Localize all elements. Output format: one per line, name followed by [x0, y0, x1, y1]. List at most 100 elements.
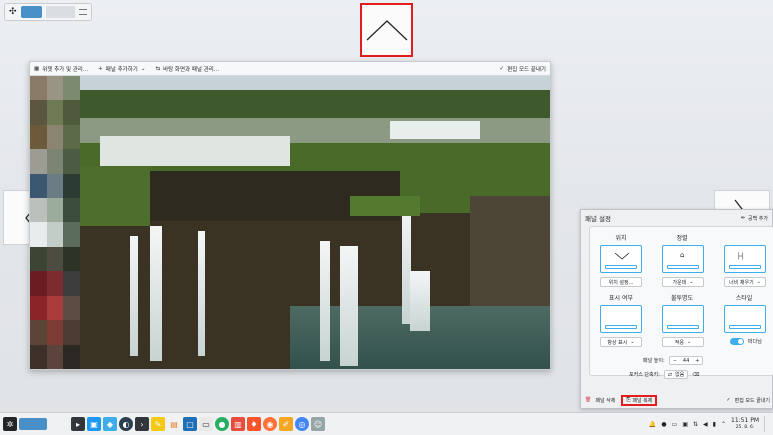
plus-icon[interactable]: +: [695, 358, 699, 364]
clock-date: 25. 8. 6.: [735, 425, 755, 430]
pen-icon[interactable]: ✐: [279, 417, 293, 431]
check-icon: ✓: [726, 397, 731, 403]
clipboard-icon[interactable]: ▭: [672, 421, 678, 428]
chevron-up-icon: [366, 20, 407, 41]
terminal-icon[interactable]: ▸: [71, 417, 85, 431]
chevron-down-icon: ⌄: [689, 279, 694, 285]
trash-icon: 🗑: [585, 397, 592, 403]
clock[interactable]: 11:51 PM 25. 8. 6.: [731, 417, 759, 431]
delete-panel-button[interactable]: 🗑 패널 삭제: [585, 397, 615, 404]
wallpaper-waterfalls: [30, 76, 550, 369]
position-option-card[interactable]: [600, 245, 642, 273]
add-widgets-button[interactable]: ▦ 위젯 추가 및 관리...: [34, 65, 88, 73]
console-icon[interactable]: ›: [135, 417, 149, 431]
floating-toggle-row[interactable]: 떠다님: [730, 338, 762, 345]
toggle-knob: [738, 339, 743, 344]
chevron-down-icon: ⌄: [140, 65, 146, 72]
position-label: 위치: [615, 235, 627, 242]
check-icon: ✓: [499, 65, 505, 72]
focus-shortcut-row: 포커스 단축키: ⇄ 없음 ⌫: [629, 370, 700, 379]
alignment-combo[interactable]: 가운데 ⌄: [662, 277, 704, 287]
opacity-option-card[interactable]: [662, 305, 704, 333]
handle-icon[interactable]: [79, 9, 87, 15]
width-combo[interactable]: 너비 채우기 ⌄: [724, 277, 766, 287]
window-icon[interactable]: ▭: [199, 417, 213, 431]
clone-panel-button[interactable]: ⎘ 패널 복제: [621, 394, 658, 406]
manage-desktops-button[interactable]: ⇆ 바탕 화면과 패널 관리...: [155, 65, 219, 73]
exit-edit-mode-button[interactable]: ✓ 편집 모드 끝내기: [499, 65, 546, 73]
dolphin-icon[interactable]: ▣: [87, 417, 101, 431]
focus-shortcut-button[interactable]: ⇄ 없음: [663, 370, 689, 379]
alignment-bar: [667, 265, 699, 269]
image-viewer-icon[interactable]: ▥: [231, 417, 245, 431]
panel-preview-chip[interactable]: ✣: [4, 3, 92, 21]
panel-settings-title: 패널 설정: [585, 215, 611, 223]
desktop-edit-toolbar: ▦ 위젯 추가 및 관리... + 패널 추가하기 ⌄ ⇆ 바탕 화면과 패널 …: [30, 62, 550, 76]
visibility-bar: [605, 325, 637, 329]
network-icon[interactable]: ⇅: [693, 421, 698, 428]
visibility-label: 표시 여부: [609, 295, 633, 302]
chrome-icon[interactable]: ◎: [295, 417, 309, 431]
pixelated-strip: [30, 76, 80, 369]
folder-icon[interactable]: ▤: [167, 417, 181, 431]
visibility-combo[interactable]: 항상 표시 ⌄: [600, 337, 642, 347]
chrome-green-icon[interactable]: ●: [215, 417, 229, 431]
tray-expand-icon[interactable]: ⌃: [721, 421, 726, 428]
fill-width-icon: ├┤: [737, 253, 745, 260]
app-launcher-icon[interactable]: ✲: [3, 417, 17, 431]
brave-icon[interactable]: ♦: [247, 417, 261, 431]
widgets-icon: ▦: [34, 65, 40, 72]
opacity-bar: [667, 325, 699, 329]
shortcut-icon: ⇄: [667, 371, 673, 378]
color-icon[interactable]: ●: [661, 421, 666, 428]
monitor-icon[interactable]: ▢: [183, 417, 197, 431]
style-option-card[interactable]: [724, 305, 766, 333]
minus-icon[interactable]: −: [673, 358, 677, 364]
show-desktop-button[interactable]: [764, 416, 770, 432]
position-combo[interactable]: 위치 설정...: [600, 277, 642, 287]
chevron-down-icon: ⌄: [687, 339, 692, 345]
panel-settings-dialog: 패널 설정 ⇹ 공백 추가 위치 정렬 ⌂ ├┤ 위치 설정... 가운데 ⌄: [580, 209, 773, 409]
panel-height-spinbox[interactable]: − 44 +: [668, 356, 704, 365]
clock-time: 11:51 PM: [731, 417, 759, 424]
wallpaper-image: [30, 76, 550, 369]
align-center-icon: ⌂: [680, 251, 685, 259]
avatar-icon[interactable]: ☺: [311, 417, 325, 431]
system-tray: 🔔 ● ▭ ▣ ⇅ ◀ ▮ ⌃ 11:51 PM 25. 8. 6.: [649, 416, 770, 432]
opacity-combo[interactable]: 적응 ⌄: [662, 337, 704, 347]
desktops-icon: ⇆: [155, 65, 161, 72]
bell-icon[interactable]: 🔔: [649, 421, 656, 428]
style-bar: [729, 325, 761, 329]
width-option-card[interactable]: ├┤: [724, 245, 766, 273]
panel-options-grid: 위치 정렬 ⌂ ├┤ 위치 설정... 가운데 ⌄ 너비 채우기 ⌄ 표시 여부: [589, 226, 773, 376]
floating-toggle[interactable]: [730, 338, 744, 345]
display-icon[interactable]: ▣: [682, 421, 688, 428]
desktop-preview: ▦ 위젯 추가 및 관리... + 패널 추가하기 ⌄ ⇆ 바탕 화면과 패널 …: [29, 61, 551, 370]
clear-shortcut-icon[interactable]: ⌫: [692, 372, 699, 378]
panel-settings-footer: 🗑 패널 삭제 ⎘ 패널 복제 ✓ 편집 모드 끝내기: [581, 392, 773, 408]
discover-icon[interactable]: ◆: [103, 417, 117, 431]
firefox-icon[interactable]: ◉: [263, 417, 277, 431]
copy-icon: ⎘: [626, 397, 631, 403]
chevron-down-icon: [614, 252, 630, 260]
visibility-option-card[interactable]: [600, 305, 642, 333]
app-launcher-icon: ✣: [9, 7, 17, 17]
notes-icon[interactable]: ✎: [151, 417, 165, 431]
add-spacer-button[interactable]: ⇹ 공백 추가: [741, 215, 768, 222]
alignment-option-card[interactable]: ⌂: [662, 245, 704, 273]
done-editing-button[interactable]: ✓ 편집 모드 끝내기: [726, 397, 770, 404]
plus-icon: +: [98, 65, 103, 72]
add-panel-button[interactable]: + 패널 추가하기 ⌄: [98, 65, 145, 73]
style-label: 스타일: [735, 295, 753, 302]
chevron-down-icon: ⌄: [756, 279, 761, 285]
panel-height-row: 패널 높이: − 44 +: [643, 356, 704, 365]
volume-icon[interactable]: ◀: [703, 421, 708, 428]
opacity-label: 불투명도: [670, 295, 694, 302]
steam-icon[interactable]: ◐: [119, 417, 133, 431]
preview-spacer: [45, 6, 76, 18]
pager-block[interactable]: [19, 418, 47, 430]
battery-icon[interactable]: ▮: [713, 421, 716, 428]
width-bar: [729, 265, 761, 269]
move-panel-up-button[interactable]: [360, 3, 413, 57]
chevron-down-icon: ⌄: [630, 339, 635, 345]
